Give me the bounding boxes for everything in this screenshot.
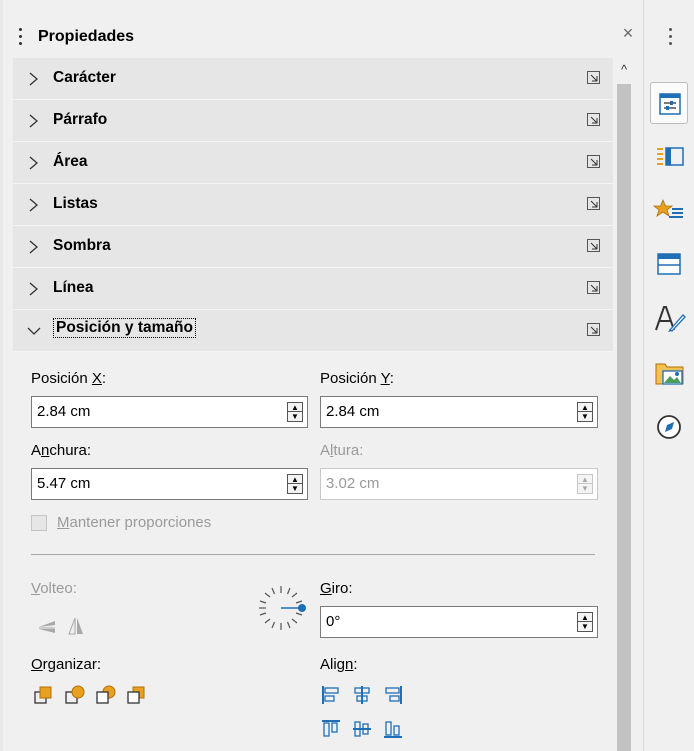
properties-tab-icon[interactable] (650, 82, 688, 124)
send-backward-icon[interactable] (95, 684, 117, 706)
panel-title: Propiedades (38, 28, 135, 45)
section-linea[interactable]: Línea (13, 268, 613, 310)
chevron-right-icon (27, 196, 41, 214)
more-options-icon[interactable] (586, 154, 602, 170)
image-gallery-tab-icon[interactable] (653, 356, 687, 390)
increment-icon: ▲ (578, 475, 592, 484)
flip-label: Volteo: (31, 580, 77, 597)
styles-tab-icon[interactable] (653, 140, 687, 174)
arrange-label: Organizar: (31, 656, 102, 673)
style-inspector-tab-icon[interactable] (653, 302, 687, 336)
more-options-icon[interactable] (586, 238, 602, 254)
tabbar-menu-icon[interactable] (669, 28, 672, 49)
section-label: Posición y tamaño (53, 318, 196, 338)
vertical-scrollbar[interactable]: ^ (614, 58, 634, 751)
position-size-body: Posición X: 2.84 cm ▲ ▼ Posición Y: 2.84 … (13, 362, 613, 751)
increment-icon[interactable]: ▲ (578, 403, 592, 412)
chevron-right-icon (27, 154, 41, 172)
section-parrafo[interactable]: Párrafo (13, 100, 613, 142)
section-area[interactable]: Área (13, 142, 613, 184)
more-options-icon[interactable] (586, 112, 602, 128)
align-label: Align: (320, 656, 358, 673)
rotation-spinner[interactable]: ▲ ▼ (577, 612, 593, 632)
section-label: Área (53, 153, 88, 170)
chevron-right-icon (27, 70, 41, 88)
align-middle-icon[interactable] (351, 718, 373, 740)
rotation-value: 0° (326, 613, 341, 630)
section-listas[interactable]: Listas (13, 184, 613, 226)
page-tab-icon[interactable] (653, 248, 687, 282)
rotation-label: Giro: (320, 580, 353, 597)
chevron-right-icon (27, 112, 41, 130)
more-options-icon[interactable] (586, 322, 602, 338)
height-spinner: ▲ ▼ (577, 474, 593, 494)
width-field[interactable]: 5.47 cm ▲ ▼ (31, 468, 308, 500)
height-field: 3.02 cm ▲ ▼ (320, 468, 598, 500)
width-value: 5.47 cm (37, 475, 91, 492)
bring-to-front-icon[interactable] (33, 684, 55, 706)
panel-titlebar: Propiedades × (0, 18, 642, 58)
chevron-right-icon (27, 238, 41, 256)
panel-content: Carácter Párrafo Área Listas Sombra Líne… (13, 58, 613, 751)
increment-icon[interactable]: ▲ (288, 403, 302, 412)
send-to-back-icon[interactable] (126, 684, 148, 706)
width-label: Anchura: (31, 442, 92, 459)
section-label: Línea (53, 279, 94, 296)
align-center-icon[interactable] (351, 684, 373, 706)
decrement-icon[interactable]: ▼ (578, 622, 592, 631)
chevron-down-icon (27, 322, 41, 340)
section-caracter[interactable]: Carácter (13, 58, 613, 100)
align-top-icon[interactable] (320, 718, 342, 740)
more-options-icon[interactable] (586, 70, 602, 86)
more-options-icon[interactable] (586, 280, 602, 296)
rotation-dial-icon[interactable] (253, 580, 309, 636)
section-label: Carácter (53, 69, 116, 86)
section-sombra[interactable]: Sombra (13, 226, 613, 268)
decrement-icon[interactable]: ▼ (288, 412, 302, 421)
more-options-icon[interactable] (586, 196, 602, 212)
properties-panel: Propiedades × Carácter Párrafo Área List… (0, 0, 642, 751)
keep-ratio-label: Mantener proporciones (57, 514, 212, 531)
sidebar-tabbar (643, 0, 694, 751)
gallery-tab-icon[interactable] (652, 194, 687, 228)
decrement-icon: ▼ (581, 484, 589, 493)
pos-x-spinner[interactable]: ▲ ▼ (287, 402, 303, 422)
section-label: Listas (53, 195, 98, 212)
section-label: Sombra (53, 237, 111, 254)
chevron-right-icon (27, 280, 41, 298)
align-bottom-icon[interactable] (382, 718, 404, 740)
sidebar-deck: Propiedades × Carácter Párrafo Área List… (0, 0, 694, 751)
flip-horizontal-icon (66, 616, 86, 636)
navigator-tab-icon[interactable] (653, 410, 687, 444)
section-posicion-tamano[interactable]: Posición y tamaño (13, 310, 613, 352)
height-label: Altura: (320, 442, 364, 459)
height-value: 3.02 cm (326, 475, 380, 492)
pos-y-label: Posición Y: (320, 370, 394, 387)
width-spinner[interactable]: ▲ ▼ (287, 474, 303, 494)
increment-icon[interactable]: ▲ (578, 613, 592, 622)
pos-x-label: Posición X: (31, 370, 107, 387)
drag-grip-icon[interactable] (19, 28, 23, 48)
align-left-icon[interactable] (320, 684, 342, 706)
increment-icon[interactable]: ▲ (288, 475, 302, 484)
decrement-icon[interactable]: ▼ (288, 484, 302, 493)
flip-vertical-icon (37, 617, 57, 637)
section-label: Párrafo (53, 111, 108, 128)
align-right-icon[interactable] (382, 684, 404, 706)
bring-forward-icon[interactable] (64, 684, 86, 706)
pos-x-field[interactable]: 2.84 cm ▲ ▼ (31, 396, 308, 428)
scroll-thumb[interactable] (617, 84, 631, 751)
close-icon[interactable]: × (619, 24, 637, 42)
keep-ratio-checkbox[interactable] (31, 515, 47, 531)
rotation-field[interactable]: 0° ▲ ▼ (320, 606, 598, 638)
scroll-up-icon[interactable]: ^ (614, 62, 634, 78)
pos-y-field[interactable]: 2.84 cm ▲ ▼ (320, 396, 598, 428)
decrement-icon[interactable]: ▼ (578, 412, 592, 421)
panel-left-edge (0, 0, 3, 751)
pos-y-value: 2.84 cm (326, 403, 380, 420)
separator (31, 554, 595, 555)
pos-y-spinner[interactable]: ▲ ▼ (577, 402, 593, 422)
pos-x-value: 2.84 cm (37, 403, 91, 420)
